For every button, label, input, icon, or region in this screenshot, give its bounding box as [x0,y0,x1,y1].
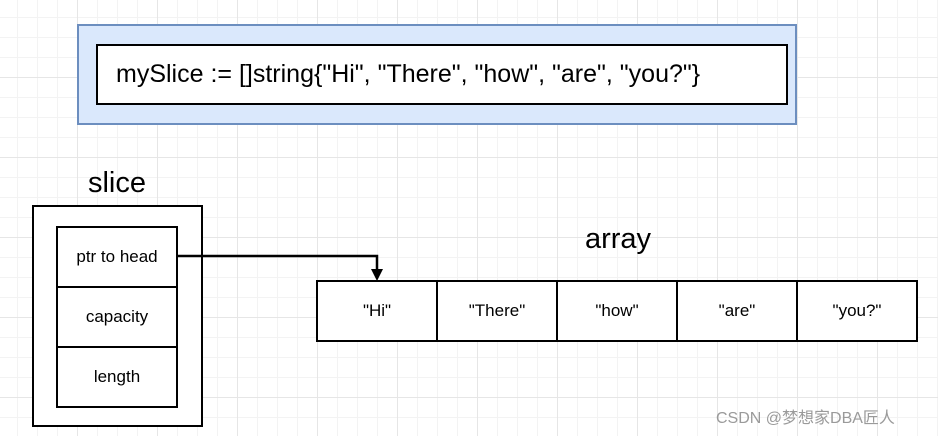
watermark: CSDN @梦想家DBA匠人 [716,410,895,427]
pointer-arrow-line [177,254,379,272]
pointer-arrowhead-icon [371,269,383,281]
pointer-connector [177,254,383,281]
